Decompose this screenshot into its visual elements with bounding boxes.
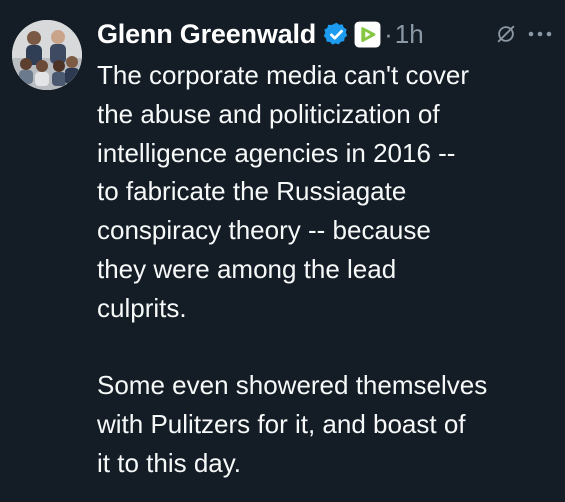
tweet-paragraph: Some even showered themselves with Pulit… bbox=[97, 366, 557, 482]
verified-badge-icon[interactable] bbox=[323, 21, 350, 48]
avatar[interactable] bbox=[12, 20, 82, 90]
tweet-paragraph: The corporate media can't cover the abus… bbox=[97, 56, 557, 328]
tweet-time[interactable]: 1h bbox=[395, 19, 424, 50]
text-line: with Pulitzers for it, and boast of bbox=[97, 409, 466, 440]
text-line: culprits. bbox=[97, 292, 187, 323]
text-line: The corporate media can't cover bbox=[97, 60, 470, 90]
text-line: conspiracy theory -- because bbox=[97, 215, 431, 246]
avatar-photo bbox=[12, 20, 82, 90]
text-line: the abuse and politicization of bbox=[97, 98, 440, 129]
text-line: to fabricate the Russiagate bbox=[97, 176, 407, 207]
tweet-header: Glenn Greenwald · 1h bbox=[97, 14, 553, 54]
text-line: intelligence agencies in 2016 -- bbox=[97, 137, 456, 168]
text-line: they were among the lead bbox=[97, 253, 397, 284]
separator-dot: · bbox=[384, 18, 393, 49]
rumble-play-icon[interactable] bbox=[354, 21, 381, 48]
tweet[interactable]: Glenn Greenwald · 1h The corporate media… bbox=[0, 0, 565, 502]
more-options-icon[interactable] bbox=[527, 23, 553, 45]
grok-icon[interactable] bbox=[495, 23, 517, 45]
text-line: Some even showered themselves bbox=[97, 370, 488, 401]
text-line: it to this day. bbox=[97, 447, 242, 478]
author-name[interactable]: Glenn Greenwald bbox=[97, 19, 316, 50]
tweet-text: The corporate media can't cover the abus… bbox=[97, 56, 557, 483]
